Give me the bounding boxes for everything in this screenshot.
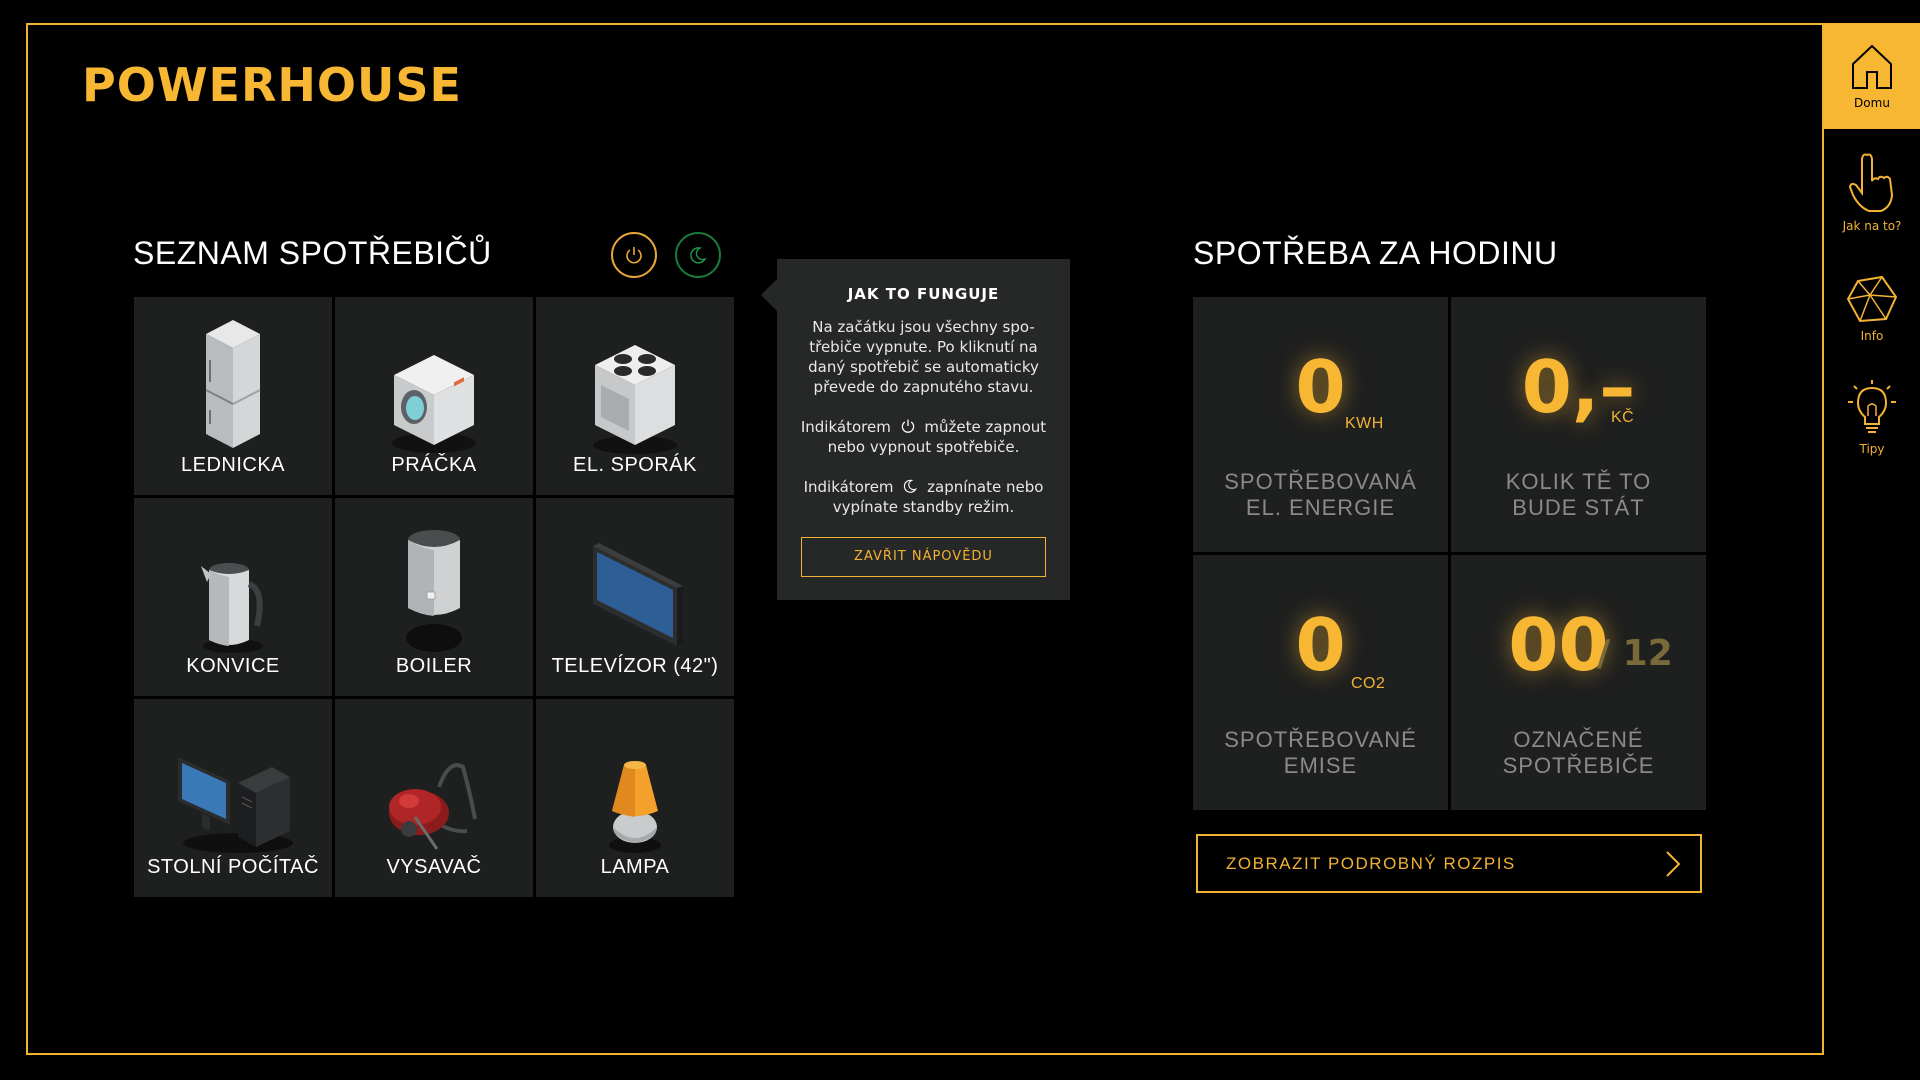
- cost-desc-line-1: KOLIK TĚ TO: [1505, 469, 1652, 494]
- power-icon: [901, 419, 914, 433]
- stove-icon: [593, 345, 677, 454]
- help-paragraph-1: Na začátku jsou všechny spo-třebiče vypn…: [808, 318, 1039, 396]
- marked-description: OZNAČENÉ SPOTŘEBIČE: [1451, 727, 1706, 779]
- cost-description: KOLIK TĚ TO BUDE STÁT: [1451, 469, 1706, 521]
- desktop-computer-icon: [178, 757, 293, 853]
- nav-tips-label: Tipy: [1859, 442, 1885, 456]
- home-icon: [1852, 44, 1892, 89]
- cost-unit: KČ: [1611, 409, 1635, 426]
- energy-unit: KWH: [1345, 415, 1384, 432]
- nav-home[interactable]: Domu: [1824, 23, 1920, 129]
- show-detail-breakdown-button[interactable]: ZOBRAZIT PODROBNÝ ROZPIS: [1196, 834, 1702, 893]
- marked-desc-line-2: SPOTŘEBIČE: [1502, 753, 1655, 778]
- appliance-label: KONVICE: [186, 655, 280, 677]
- marked-desc-line-1: OZNAČENÉ: [1513, 727, 1644, 752]
- appliance-tile-desktop-computer[interactable]: STOLNÍ POČÍTAČ: [134, 699, 332, 897]
- washing-machine-icon: [392, 355, 476, 453]
- pointing-hand-icon: [1848, 153, 1894, 212]
- stat-emissions: 0 CO2 SPOTŘEBOVANÉ EMISE: [1193, 555, 1448, 810]
- close-help-button[interactable]: ZAVŘIT NÁPOVĚDU: [801, 537, 1046, 577]
- moon-icon: [690, 247, 707, 264]
- appliance-tile-washing-machine[interactable]: PRÁČKA: [335, 297, 533, 495]
- appliance-label: BOILER: [395, 655, 473, 677]
- nav-howto[interactable]: Jak na to?: [1824, 151, 1920, 233]
- emissions-value: 0: [1295, 603, 1346, 687]
- crystal-info-icon: [1846, 275, 1898, 323]
- appliance-tile-boiler[interactable]: BOILER: [335, 498, 533, 696]
- energy-description: SPOTŘEBOVANÁ EL. ENERGIE: [1193, 469, 1448, 521]
- nav-howto-label: Jak na to?: [1842, 219, 1902, 233]
- help-popup: JAK TO FUNGUJE Na začátku jsou všechny s…: [761, 259, 1070, 600]
- moon-icon: [904, 479, 918, 493]
- emissions-unit: CO2: [1351, 675, 1386, 692]
- appliance-label: LEDNICKA: [180, 454, 286, 476]
- usage-title: SPOTŘEBA ZA HODINU: [1193, 235, 1558, 271]
- television-icon: [593, 543, 683, 646]
- nav-tips[interactable]: Tipy: [1824, 378, 1920, 456]
- appliance-tile-television[interactable]: TELEVÍZOR (42"): [536, 498, 734, 696]
- lamp-icon: [609, 761, 661, 853]
- stat-marked-appliances: 00 / 12 OZNAČENÉ SPOTŘEBIČE: [1451, 555, 1706, 810]
- side-navigation: Domu Jak na to? Info Tipy: [1824, 23, 1920, 456]
- power-icon: [626, 247, 642, 264]
- lightbulb-icon: [1848, 380, 1896, 433]
- appliance-label: PRÁČKA: [391, 454, 477, 476]
- help-paragraph-3: Indikátorem zapnínate nebo vypínate stan…: [799, 477, 1048, 517]
- fridge-icon: [205, 320, 261, 448]
- nav-home-label: Domu: [1854, 96, 1890, 110]
- emissions-desc-line-1: SPOTŘEBOVANÉ: [1224, 727, 1417, 752]
- energy-desc-line-2: EL. ENERGIE: [1245, 495, 1396, 520]
- appliance-tile-vacuum-cleaner[interactable]: VYSAVAČ: [335, 699, 533, 897]
- help-paragraph-2: Indikátorem můžete zapnout nebo vypnout …: [799, 417, 1048, 457]
- app-logo: POWERHOUSE: [82, 58, 462, 112]
- energy-desc-line-1: SPOTŘEBOVANÁ: [1224, 469, 1417, 494]
- nav-info-label: Info: [1860, 329, 1884, 343]
- cost-value: 0,–: [1521, 345, 1636, 429]
- detail-button-label: ZOBRAZIT PODROBNÝ ROZPIS: [1226, 853, 1516, 873]
- usage-stats-grid: 0 KWH SPOTŘEBOVANÁ EL. ENERGIE 0,– KČ KO…: [1193, 297, 1707, 811]
- appliance-grid: LEDNICKA PRÁČKA EL. SPORÁK KONVICE BOILE…: [134, 297, 734, 897]
- emissions-description: SPOTŘEBOVANÉ EMISE: [1193, 727, 1448, 779]
- power-indicator-button[interactable]: [611, 232, 657, 278]
- chevron-right-icon: [1666, 851, 1681, 877]
- kettle-icon: [201, 563, 263, 653]
- appliance-label: STOLNÍ POČÍTAČ: [147, 856, 319, 878]
- appliance-tile-stove[interactable]: EL. SPORÁK: [536, 297, 734, 495]
- cost-desc-line-2: BUDE STÁT: [1512, 495, 1645, 520]
- vacuum-cleaner-icon: [389, 763, 477, 850]
- help-p3-start: Indikátorem: [803, 478, 894, 496]
- appliance-tile-lamp[interactable]: LAMPA: [536, 699, 734, 897]
- nav-info[interactable]: Info: [1824, 273, 1920, 343]
- appliance-label: TELEVÍZOR (42"): [551, 655, 719, 677]
- emissions-desc-line-2: EMISE: [1283, 753, 1358, 778]
- appliance-label: LAMPA: [600, 856, 670, 878]
- appliance-label: VYSAVAČ: [386, 856, 482, 878]
- standby-indicator-button[interactable]: [675, 232, 721, 278]
- appliance-tile-fridge[interactable]: LEDNICKA: [134, 297, 332, 495]
- energy-value: 0: [1295, 345, 1346, 429]
- help-title: JAK TO FUNGUJE: [847, 285, 1000, 303]
- appliance-list-title: SEZNAM SPOTŘEBIČŮ: [133, 235, 492, 271]
- stat-energy: 0 KWH SPOTŘEBOVANÁ EL. ENERGIE: [1193, 297, 1448, 552]
- marked-total: / 12: [1597, 633, 1673, 674]
- stat-cost: 0,– KČ KOLIK TĚ TO BUDE STÁT: [1451, 297, 1706, 552]
- appliance-label: EL. SPORÁK: [573, 454, 697, 476]
- help-p2-start: Indikátorem: [800, 418, 891, 436]
- appliance-tile-kettle[interactable]: KONVICE: [134, 498, 332, 696]
- boiler-icon: [406, 530, 462, 652]
